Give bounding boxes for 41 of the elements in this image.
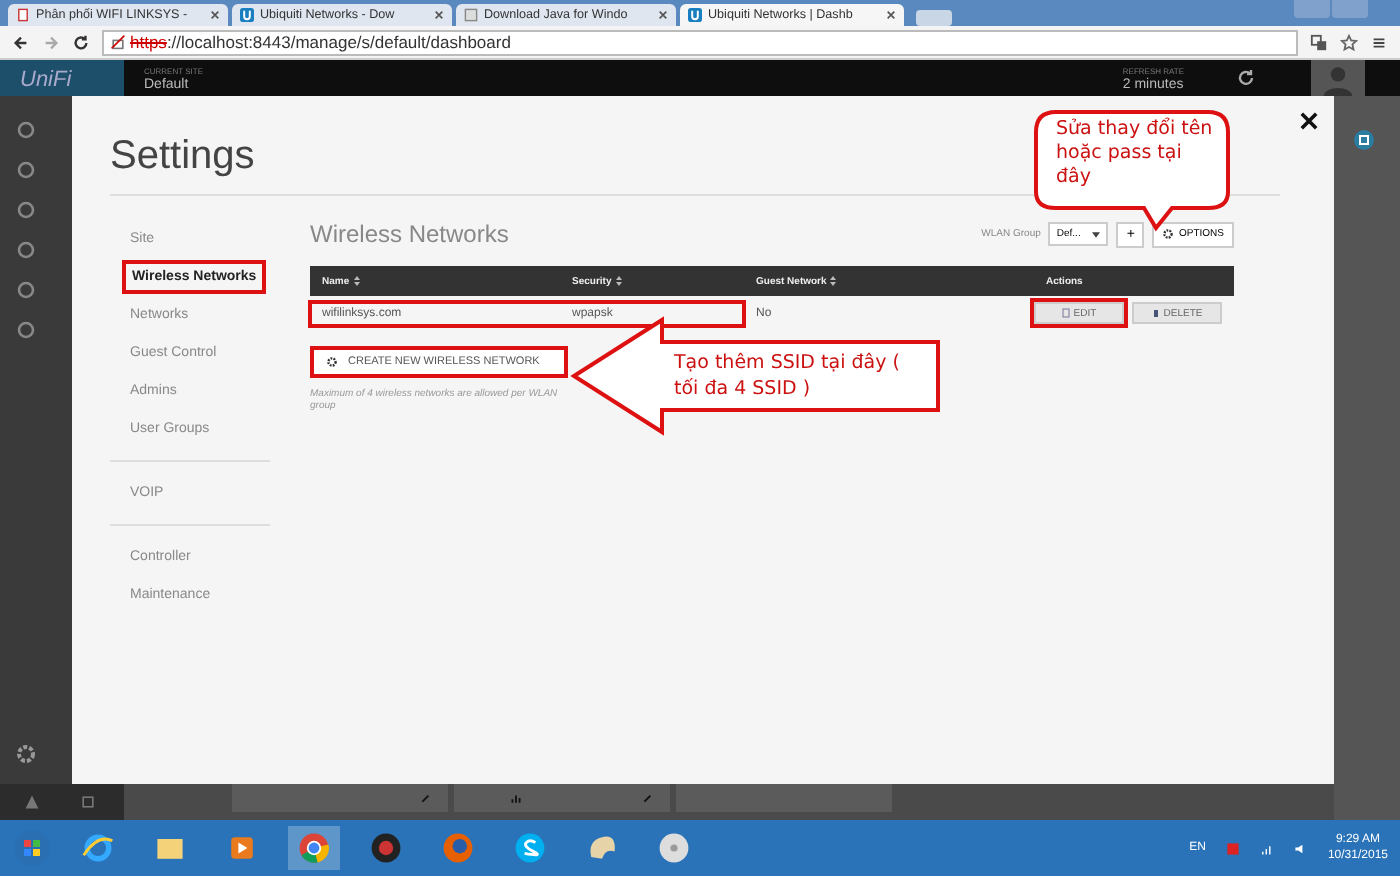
translate-icon[interactable] [1310, 33, 1328, 51]
user-avatar[interactable] [1308, 60, 1368, 96]
wrench-icon[interactable] [420, 792, 432, 804]
edit-icon [1061, 308, 1070, 318]
close-icon[interactable] [886, 10, 896, 20]
refresh-icon[interactable] [1236, 68, 1256, 88]
sort-icon [615, 276, 622, 286]
trash-icon [1151, 308, 1160, 318]
sort-icon [353, 276, 360, 286]
speaker-icon[interactable] [1293, 841, 1308, 855]
bar-chart-icon[interactable] [510, 792, 522, 804]
close-icon[interactable] [434, 10, 444, 20]
reload-icon[interactable] [72, 33, 90, 51]
section-title: Wireless Networks [310, 220, 509, 248]
close-icon[interactable] [658, 10, 668, 20]
broken-lock-icon [110, 34, 126, 50]
forward-icon[interactable] [42, 33, 60, 51]
u-logo-icon [688, 8, 702, 22]
gear-icon [1162, 228, 1175, 240]
gear-icon [326, 356, 338, 368]
signal-icon[interactable] [1259, 841, 1274, 855]
menu-icon[interactable] [1370, 33, 1388, 51]
page-icon [464, 8, 478, 22]
address-field[interactable]: https://localhost:8443/manage/s/default/dashboard [102, 29, 1298, 55]
callout-text: Sửa thay đổi tên hoặc pass tại đây [1056, 118, 1215, 190]
chrome-icon[interactable] [288, 826, 340, 870]
warning-icon[interactable] [24, 794, 40, 810]
star-icon[interactable] [1340, 33, 1358, 51]
annotation-text: Tạo thêm SSID tại đây ( tối đa 4 SSID ) [674, 350, 902, 402]
unifi-logo: UniFi [0, 60, 124, 96]
window-icon[interactable] [80, 794, 96, 810]
chat-icon[interactable] [1354, 130, 1374, 150]
close-icon[interactable] [210, 10, 220, 20]
dialog-title: Settings [110, 134, 255, 180]
document-icon [16, 8, 30, 22]
sort-icon [830, 276, 837, 286]
close-icon[interactable] [1300, 112, 1318, 130]
back-icon[interactable] [12, 33, 30, 51]
wrench-icon[interactable] [642, 792, 654, 804]
u-logo-icon [240, 8, 254, 22]
settings-icon[interactable] [16, 744, 36, 764]
